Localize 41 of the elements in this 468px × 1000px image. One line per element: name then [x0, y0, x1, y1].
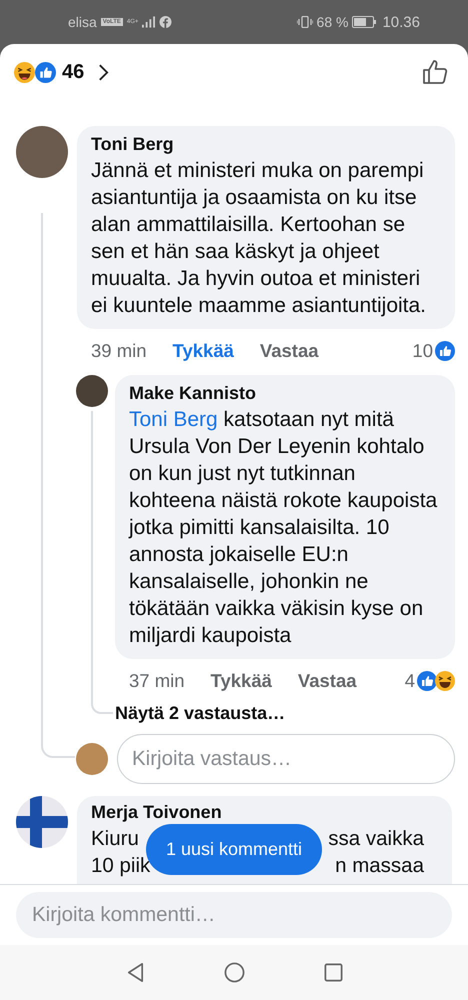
- reaction-count[interactable]: 10: [412, 340, 433, 362]
- author-name[interactable]: Merja Toivonen: [91, 802, 438, 823]
- reply-link[interactable]: Vastaa: [298, 670, 357, 692]
- like-link[interactable]: Tykkää: [210, 670, 272, 692]
- like-reaction-icon: [417, 671, 437, 691]
- home-icon[interactable]: [224, 962, 244, 983]
- comment-text: n massaa: [335, 853, 424, 879]
- battery-percent: 68 %: [316, 14, 348, 30]
- mention-link[interactable]: Toni Berg: [129, 408, 218, 431]
- comment-text: ssa vaikka: [328, 826, 424, 852]
- comment-field[interactable]: Kirjoita kommentti…: [16, 892, 452, 938]
- battery-icon: [352, 16, 376, 28]
- comment-time: 37 min: [129, 670, 185, 692]
- avatar[interactable]: [16, 126, 68, 178]
- reply-link[interactable]: Vastaa: [260, 340, 319, 362]
- signal-icon: [142, 16, 156, 28]
- comment-text: Kiuru: [91, 826, 139, 852]
- reply-field[interactable]: Kirjoita vastaus…: [117, 734, 455, 784]
- view-replies-link[interactable]: Näytä 2 vastausta…: [115, 703, 286, 724]
- like-link[interactable]: Tykkää: [172, 340, 234, 362]
- reaction-count[interactable]: 4: [404, 670, 415, 692]
- author-name[interactable]: Toni Berg: [91, 134, 441, 155]
- comment-time: 39 min: [91, 340, 147, 362]
- laughing-reaction-icon: [435, 671, 455, 691]
- vibrate-icon: [296, 16, 313, 28]
- reaction-count[interactable]: 46: [62, 60, 84, 84]
- chevron-right-icon[interactable]: [98, 62, 110, 82]
- clock-time: 10.36: [382, 14, 420, 30]
- like-reaction-icon: [35, 62, 56, 82]
- recents-icon[interactable]: [322, 962, 344, 983]
- avatar[interactable]: [76, 375, 108, 407]
- avatar: [76, 743, 108, 775]
- avatar[interactable]: [16, 796, 68, 848]
- facebook-icon: [159, 16, 172, 28]
- carrier-name: elisa: [68, 14, 97, 30]
- like-reaction-icon: [435, 341, 455, 361]
- laughing-reaction-icon: [14, 62, 35, 82]
- author-name[interactable]: Make Kannisto: [129, 383, 441, 404]
- comment-text: Toni Berg katsotaan nyt mitä Ursula Von Der Leyenin kohtalo on kun just nyt tutkinnan kohteena näistä rokote kaupoista jotka pimitti kansalaisilta. 10 annosta jokaiselle EU:n kansalaiselle, johonkin ne tökätään vaikka väkisin kyse on miljardi kaupoista: [129, 407, 438, 649]
- comment-text: Jännä et ministeri muka on parempi asiantuntija ja osaamista on ku itse alan ammattilaisilla. Kertoohan se sen et hän saa käskyt ja ohjeet muualta. Ja hyvin outoa et ministeri ei kuuntele maamme asiantuntijoita.: [91, 158, 428, 319]
- thumbs-up-icon[interactable]: [422, 59, 448, 85]
